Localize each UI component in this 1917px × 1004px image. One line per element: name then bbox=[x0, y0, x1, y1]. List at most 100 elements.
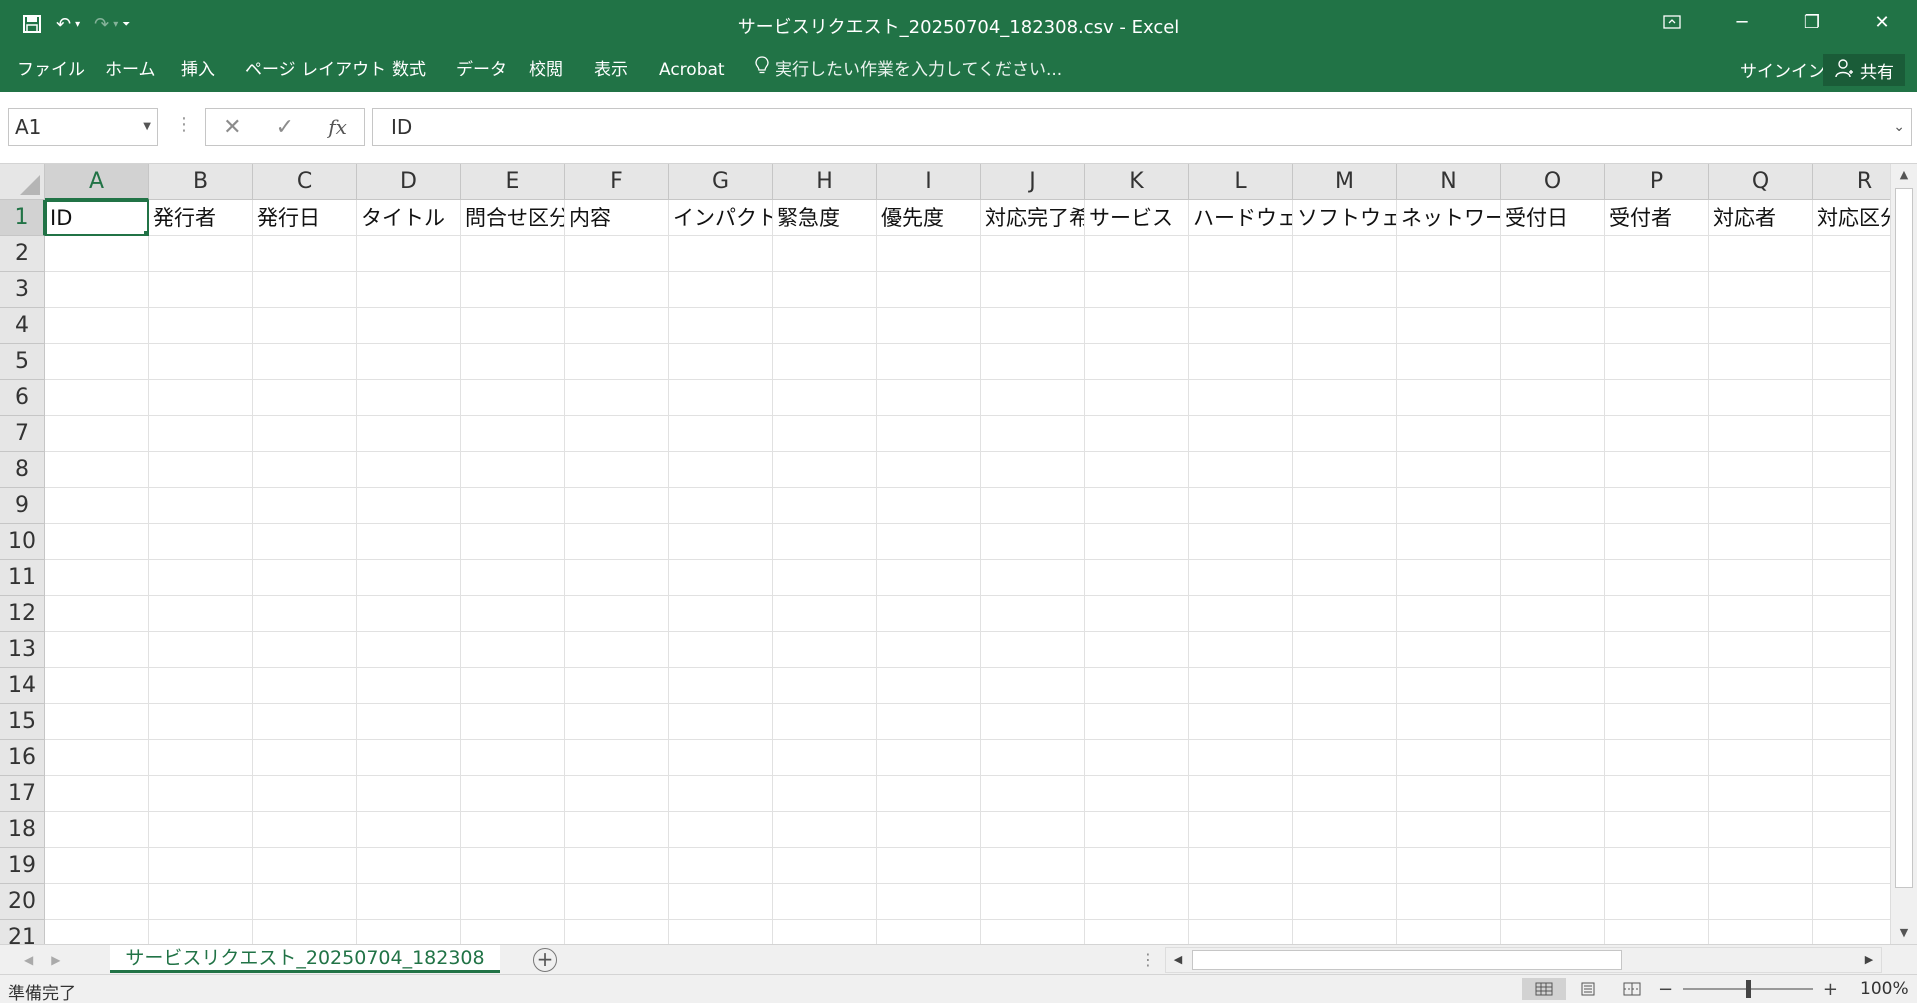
cell-c16[interactable] bbox=[253, 740, 357, 776]
cell-p2[interactable] bbox=[1605, 236, 1709, 272]
cell-a15[interactable] bbox=[45, 704, 149, 740]
cell-m9[interactable] bbox=[1293, 488, 1397, 524]
cell-q3[interactable] bbox=[1709, 272, 1813, 308]
cell-b19[interactable] bbox=[149, 848, 253, 884]
cell-o19[interactable] bbox=[1501, 848, 1605, 884]
cell-p20[interactable] bbox=[1605, 884, 1709, 920]
cell-q14[interactable] bbox=[1709, 668, 1813, 704]
cell-o12[interactable] bbox=[1501, 596, 1605, 632]
cell-i21[interactable] bbox=[877, 920, 981, 944]
cell-e19[interactable] bbox=[461, 848, 565, 884]
cell-o2[interactable] bbox=[1501, 236, 1605, 272]
cell-r11[interactable] bbox=[1813, 560, 1890, 596]
split-handle-icon[interactable]: ⋮ bbox=[1140, 947, 1156, 973]
cell-a18[interactable] bbox=[45, 812, 149, 848]
cell-m2[interactable] bbox=[1293, 236, 1397, 272]
cell-f13[interactable] bbox=[565, 632, 669, 668]
cell-e13[interactable] bbox=[461, 632, 565, 668]
cell-j17[interactable] bbox=[981, 776, 1085, 812]
cell-b3[interactable] bbox=[149, 272, 253, 308]
cell-q1[interactable]: 対応者 bbox=[1709, 200, 1813, 236]
prev-sheet-icon[interactable]: ◀ bbox=[24, 947, 33, 973]
cell-c3[interactable] bbox=[253, 272, 357, 308]
column-header-a[interactable]: A bbox=[45, 164, 149, 200]
cell-d15[interactable] bbox=[357, 704, 461, 740]
cell-h1[interactable]: 緊急度 bbox=[773, 200, 877, 236]
cell-o3[interactable] bbox=[1501, 272, 1605, 308]
cell-q16[interactable] bbox=[1709, 740, 1813, 776]
tab-review[interactable]: 校閲 bbox=[529, 56, 563, 84]
cell-d1[interactable]: タイトル bbox=[357, 200, 461, 236]
cell-h13[interactable] bbox=[773, 632, 877, 668]
cell-h8[interactable] bbox=[773, 452, 877, 488]
cell-l19[interactable] bbox=[1189, 848, 1293, 884]
cell-i17[interactable] bbox=[877, 776, 981, 812]
cell-l15[interactable] bbox=[1189, 704, 1293, 740]
row-header-11[interactable]: 11 bbox=[0, 560, 45, 596]
cell-d3[interactable] bbox=[357, 272, 461, 308]
cell-h20[interactable] bbox=[773, 884, 877, 920]
cell-g8[interactable] bbox=[669, 452, 773, 488]
column-header-b[interactable]: B bbox=[149, 164, 253, 200]
cell-o20[interactable] bbox=[1501, 884, 1605, 920]
cell-p15[interactable] bbox=[1605, 704, 1709, 740]
cell-g5[interactable] bbox=[669, 344, 773, 380]
cell-a17[interactable] bbox=[45, 776, 149, 812]
cell-b13[interactable] bbox=[149, 632, 253, 668]
column-header-p[interactable]: P bbox=[1605, 164, 1709, 200]
normal-view-icon[interactable] bbox=[1522, 978, 1566, 1000]
cell-d5[interactable] bbox=[357, 344, 461, 380]
cell-i4[interactable] bbox=[877, 308, 981, 344]
cell-c21[interactable] bbox=[253, 920, 357, 944]
cell-i12[interactable] bbox=[877, 596, 981, 632]
cell-g6[interactable] bbox=[669, 380, 773, 416]
cell-i8[interactable] bbox=[877, 452, 981, 488]
cell-c11[interactable] bbox=[253, 560, 357, 596]
share-button[interactable]: 共有 bbox=[1823, 54, 1905, 86]
cell-h4[interactable] bbox=[773, 308, 877, 344]
row-header-21[interactable]: 21 bbox=[0, 920, 45, 944]
cell-f16[interactable] bbox=[565, 740, 669, 776]
cell-c17[interactable] bbox=[253, 776, 357, 812]
cell-m21[interactable] bbox=[1293, 920, 1397, 944]
row-header-18[interactable]: 18 bbox=[0, 812, 45, 848]
cell-k1[interactable]: サービス bbox=[1085, 200, 1189, 236]
column-header-f[interactable]: F bbox=[565, 164, 669, 200]
cell-l20[interactable] bbox=[1189, 884, 1293, 920]
cell-f10[interactable] bbox=[565, 524, 669, 560]
cell-m13[interactable] bbox=[1293, 632, 1397, 668]
cell-k19[interactable] bbox=[1085, 848, 1189, 884]
row-header-12[interactable]: 12 bbox=[0, 596, 45, 632]
cell-p1[interactable]: 受付者 bbox=[1605, 200, 1709, 236]
cell-o10[interactable] bbox=[1501, 524, 1605, 560]
column-header-d[interactable]: D bbox=[357, 164, 461, 200]
ribbon-display-options-icon[interactable] bbox=[1637, 0, 1707, 44]
cell-g9[interactable] bbox=[669, 488, 773, 524]
cell-p7[interactable] bbox=[1605, 416, 1709, 452]
cell-d8[interactable] bbox=[357, 452, 461, 488]
cell-i19[interactable] bbox=[877, 848, 981, 884]
cell-h16[interactable] bbox=[773, 740, 877, 776]
cell-n16[interactable] bbox=[1397, 740, 1501, 776]
zoom-track[interactable] bbox=[1683, 980, 1813, 998]
cell-k8[interactable] bbox=[1085, 452, 1189, 488]
cell-d12[interactable] bbox=[357, 596, 461, 632]
vertical-scroll-thumb[interactable] bbox=[1895, 188, 1913, 888]
cell-h6[interactable] bbox=[773, 380, 877, 416]
cell-i3[interactable] bbox=[877, 272, 981, 308]
cell-f18[interactable] bbox=[565, 812, 669, 848]
cell-n17[interactable] bbox=[1397, 776, 1501, 812]
cell-j15[interactable] bbox=[981, 704, 1085, 740]
cell-a6[interactable] bbox=[45, 380, 149, 416]
cell-f2[interactable] bbox=[565, 236, 669, 272]
minimize-icon[interactable]: ─ bbox=[1707, 0, 1777, 44]
cell-q17[interactable] bbox=[1709, 776, 1813, 812]
vertical-dots-icon[interactable]: ⋮ bbox=[175, 114, 193, 135]
cell-n1[interactable]: ネットワー bbox=[1397, 200, 1501, 236]
cell-a10[interactable] bbox=[45, 524, 149, 560]
cell-a3[interactable] bbox=[45, 272, 149, 308]
cell-m8[interactable] bbox=[1293, 452, 1397, 488]
cell-c6[interactable] bbox=[253, 380, 357, 416]
cell-r15[interactable] bbox=[1813, 704, 1890, 740]
cell-l4[interactable] bbox=[1189, 308, 1293, 344]
